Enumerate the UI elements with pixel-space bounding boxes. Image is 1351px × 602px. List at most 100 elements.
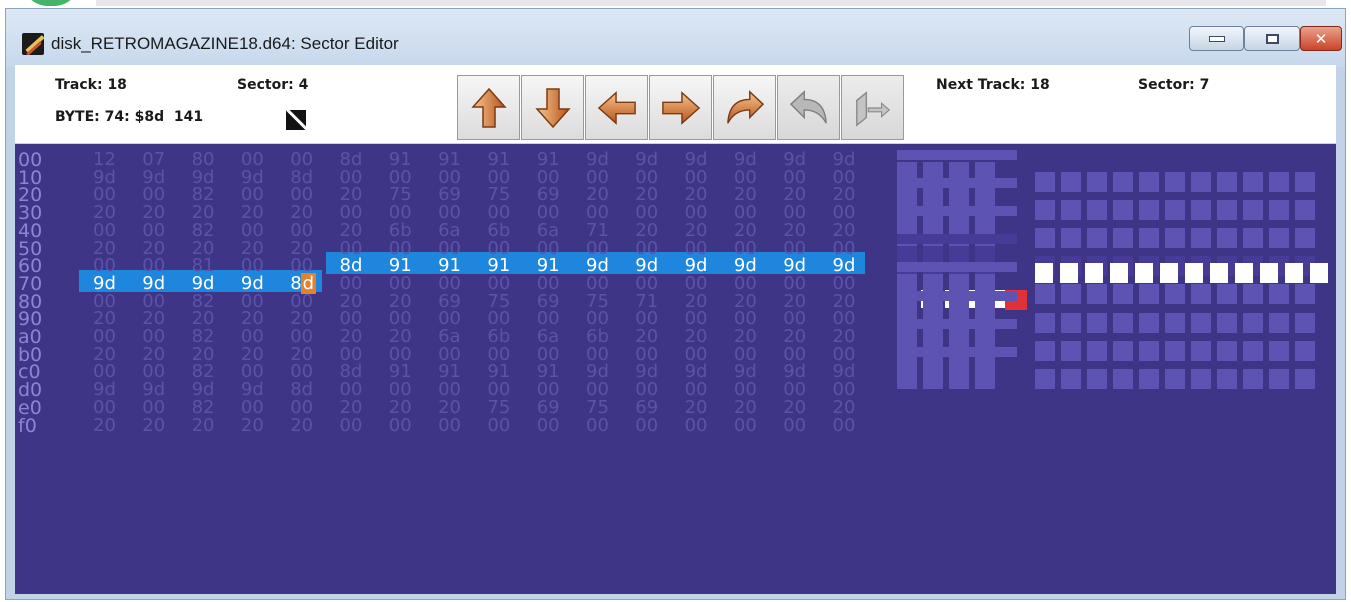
petscii-cell [1295, 340, 1315, 361]
hex-byte[interactable]: 00 [833, 415, 856, 436]
left-button[interactable] [585, 75, 648, 140]
hex-row: f0 20 20 20 20 20 00 00 00 00 00 00 00 00 00 00 00 [15, 415, 895, 437]
petscii-selected-cell [1160, 263, 1178, 284]
minimize-button[interactable] [1189, 26, 1244, 51]
petscii-cell [1139, 368, 1159, 389]
next-sector-label: Sector: 7 [1138, 77, 1210, 93]
right-button[interactable] [649, 75, 712, 140]
petscii-selected-cell [1260, 263, 1278, 284]
petscii-selected-cell [1085, 263, 1103, 284]
petscii-selected-cell [1210, 263, 1228, 284]
petscii-cell [1191, 312, 1211, 333]
petscii-cell [1113, 200, 1133, 221]
back-arrow-icon [789, 89, 827, 124]
maximize-button[interactable] [1244, 26, 1300, 51]
petscii-cell [975, 358, 995, 389]
petscii-cell [1087, 200, 1107, 221]
petscii-cell [1269, 368, 1289, 389]
petscii-cell [1295, 200, 1315, 221]
petscii-cell [1139, 228, 1159, 249]
petscii-cell [1139, 200, 1159, 221]
petscii-selected-cell [1060, 263, 1078, 284]
hex-byte[interactable]: 00 [685, 415, 708, 436]
petscii-cell [1269, 312, 1289, 333]
petscii-cell [1191, 172, 1211, 192]
forward-button[interactable] [713, 75, 776, 140]
hex-byte[interactable]: 00 [734, 415, 757, 436]
petscii-cell [923, 358, 943, 389]
hex-byte[interactable]: 00 [783, 415, 806, 436]
sector-toolbar: Track: 18 Sector: 4 BYTE: 74: $8d 141 Ne… [15, 65, 1336, 143]
petscii-cell [1113, 284, 1133, 305]
petscii-cell [1243, 172, 1263, 192]
petscii-cell [1113, 228, 1133, 249]
petscii-cell [1295, 284, 1315, 305]
petscii-cell [1295, 368, 1315, 389]
petscii-cell [1191, 200, 1211, 221]
petscii-selected-cell [1110, 263, 1128, 284]
petscii-cell [1035, 368, 1055, 389]
close-button[interactable]: ✕ [1300, 26, 1342, 51]
hex-byte[interactable]: 00 [537, 415, 560, 436]
next-track-label: Next Track: 18 [936, 77, 1050, 93]
hex-byte[interactable]: 20 [290, 415, 313, 436]
window-title: disk_RETROMAGAZINE18.d64: Sector Editor [51, 34, 399, 53]
down-button[interactable] [521, 75, 584, 140]
petscii-selected-cell [1235, 263, 1253, 284]
petscii-cell [1035, 228, 1055, 249]
petscii-line [897, 318, 1017, 329]
petscii-cell [1061, 172, 1081, 192]
petscii-cell [1269, 340, 1289, 361]
petscii-cell [1165, 368, 1185, 389]
right-arrow-icon [661, 90, 700, 125]
title-bar[interactable]: disk_RETROMAGAZINE18.d64: Sector Editor … [6, 9, 1345, 67]
hex-byte[interactable]: 00 [635, 415, 658, 436]
up-arrow-icon [470, 87, 507, 128]
sector-editor-window: disk_RETROMAGAZINE18.d64: Sector Editor … [5, 8, 1346, 600]
petscii-line [897, 346, 1017, 357]
byte-label: BYTE: 74: $8d 141 [55, 109, 204, 125]
petscii-line [897, 290, 1017, 301]
petscii-cell [1113, 368, 1133, 389]
petscii-cell [1243, 200, 1263, 221]
hex-byte[interactable]: 00 [438, 415, 461, 436]
petscii-cell [1139, 312, 1159, 333]
petscii-cell [1061, 340, 1081, 361]
petscii-cell [1113, 340, 1133, 361]
petscii-cell [1087, 172, 1107, 192]
petscii-cell [1165, 284, 1185, 305]
byte-char-icon [286, 110, 306, 130]
hex-byte[interactable]: 00 [586, 415, 609, 436]
hex-byte[interactable]: 20 [93, 415, 116, 436]
petscii-cell [1113, 172, 1133, 192]
petscii-line [897, 150, 1017, 160]
petscii-cell [1087, 368, 1107, 389]
jump-button[interactable] [841, 75, 904, 140]
back-button[interactable] [777, 75, 840, 140]
up-button[interactable] [457, 75, 520, 140]
hex-byte[interactable]: 20 [142, 415, 165, 436]
hex-byte[interactable]: 00 [389, 415, 412, 436]
petscii-line [897, 178, 1017, 189]
petscii-selected-cell [1285, 263, 1303, 284]
petscii-cell [1243, 284, 1263, 305]
hex-byte[interactable]: 00 [340, 415, 363, 436]
maximize-icon [1265, 33, 1279, 44]
petscii-selected-cell [1310, 263, 1328, 284]
petscii-selected-cell [1185, 263, 1203, 284]
hex-byte[interactable]: 20 [192, 415, 215, 436]
petscii-cell [1295, 172, 1315, 192]
petscii-cell [1217, 228, 1237, 249]
down-arrow-icon [534, 87, 571, 128]
track-label: Track: 18 [55, 77, 127, 93]
petscii-cell [1165, 312, 1185, 333]
petscii-cell [1061, 312, 1081, 333]
forward-arrow-icon [726, 89, 764, 124]
sector-label: Sector: 4 [237, 77, 309, 93]
petscii-cell [1087, 284, 1107, 305]
hex-byte[interactable]: 20 [241, 415, 264, 436]
hex-byte[interactable]: 00 [487, 415, 510, 436]
petscii-line [897, 206, 1017, 217]
petscii-cell [1087, 228, 1107, 249]
petscii-cell [897, 358, 917, 389]
